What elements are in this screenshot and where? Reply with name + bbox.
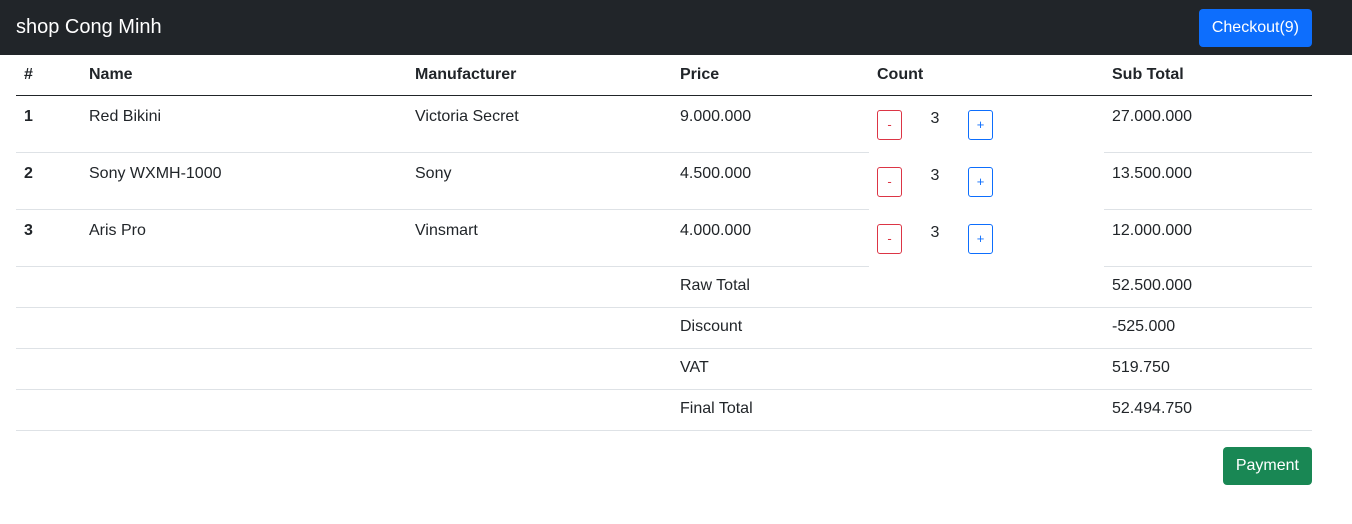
- row-price: 4.500.000: [672, 152, 869, 210]
- row-index: 2: [16, 152, 81, 210]
- raw-total-row: Raw Total 52.500.000: [16, 266, 1312, 308]
- vat-row: VAT 519.750: [16, 348, 1312, 390]
- row-count: - 3 +: [869, 210, 1104, 267]
- quantity-value: 3: [930, 110, 940, 127]
- increase-button[interactable]: +: [968, 223, 993, 254]
- header-count: Count: [869, 55, 1104, 96]
- cart-container: # Name Manufacturer Price Count Sub Tota…: [0, 55, 1352, 485]
- discount-label: Discount: [672, 307, 1104, 349]
- table-header-row: # Name Manufacturer Price Count Sub Tota…: [16, 55, 1312, 96]
- row-subtotal: 12.000.000: [1104, 209, 1312, 267]
- increase-button[interactable]: +: [968, 166, 993, 197]
- final-total-value: 52.494.750: [1104, 389, 1312, 431]
- cart-footer: Payment: [16, 447, 1312, 485]
- row-index: 1: [16, 95, 81, 153]
- row-name: Aris Pro: [81, 209, 407, 267]
- header-subtotal: Sub Total: [1104, 55, 1312, 96]
- quantity-value: 3: [930, 223, 940, 241]
- table-row: 1 Red Bikini Victoria Secret 9.000.000 -…: [16, 95, 1312, 153]
- row-index: 3: [16, 209, 81, 267]
- row-price: 9.000.000: [672, 95, 869, 153]
- decrease-button[interactable]: -: [877, 166, 902, 197]
- table-row: 2 Sony WXMH-1000 Sony 4.500.000 - 3 + 13…: [16, 152, 1312, 210]
- raw-total-value: 52.500.000: [1104, 266, 1312, 308]
- top-navbar: shop Cong Minh Checkout(9): [0, 0, 1352, 55]
- row-price: 4.000.000: [672, 209, 869, 267]
- vat-label: VAT: [672, 348, 1104, 390]
- row-count: - 3 +: [869, 153, 1104, 210]
- header-manufacturer: Manufacturer: [407, 55, 672, 96]
- row-manufacturer: Vinsmart: [407, 209, 672, 267]
- quantity-stepper: - 3 +: [877, 108, 1096, 140]
- increase-button[interactable]: +: [968, 110, 993, 140]
- payment-button[interactable]: Payment: [1222, 447, 1312, 485]
- brand-title[interactable]: shop Cong Minh: [16, 16, 162, 39]
- decrease-button[interactable]: -: [877, 110, 902, 140]
- decrease-button[interactable]: -: [877, 223, 902, 254]
- row-manufacturer: Sony: [407, 152, 672, 210]
- header-name: Name: [81, 55, 407, 96]
- discount-value: -525.000: [1104, 307, 1312, 349]
- quantity-stepper: - 3 +: [877, 165, 1096, 197]
- vat-value: 519.750: [1104, 348, 1312, 390]
- checkout-button[interactable]: Checkout(9): [1198, 8, 1312, 47]
- header-index: #: [16, 55, 81, 96]
- raw-total-label: Raw Total: [672, 266, 1104, 308]
- row-name: Red Bikini: [81, 95, 407, 153]
- header-price: Price: [672, 55, 869, 96]
- cart-table: # Name Manufacturer Price Count Sub Tota…: [16, 55, 1312, 431]
- discount-row: Discount -525.000: [16, 307, 1312, 349]
- quantity-stepper: - 3 +: [877, 222, 1096, 254]
- quantity-value: 3: [930, 166, 940, 184]
- row-subtotal: 27.000.000: [1104, 95, 1312, 153]
- final-total-label: Final Total: [672, 389, 1104, 431]
- final-total-row: Final Total 52.494.750: [16, 389, 1312, 431]
- table-row: 3 Aris Pro Vinsmart 4.000.000 - 3 + 12.0…: [16, 209, 1312, 267]
- row-count: - 3 +: [869, 96, 1104, 153]
- row-subtotal: 13.500.000: [1104, 152, 1312, 210]
- row-manufacturer: Victoria Secret: [407, 95, 672, 153]
- row-name: Sony WXMH-1000: [81, 152, 407, 210]
